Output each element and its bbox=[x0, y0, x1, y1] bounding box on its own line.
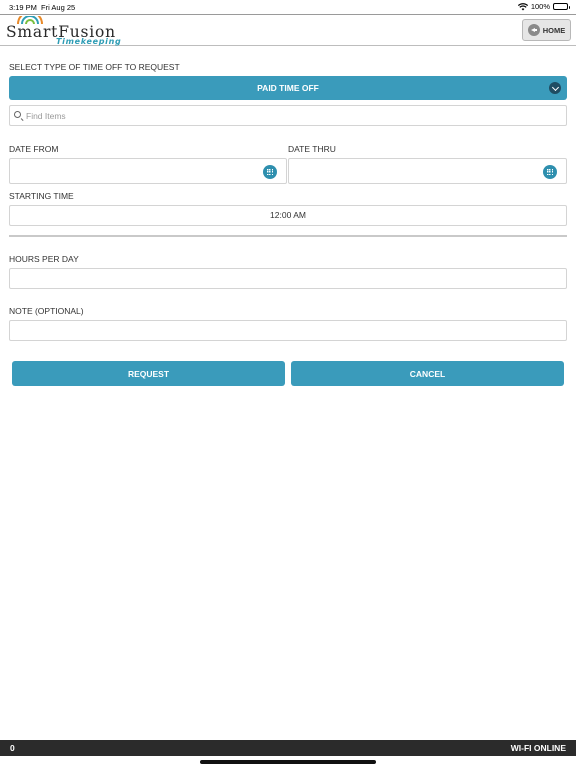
wifi-icon bbox=[517, 2, 528, 10]
smartfusion-logo: SmartFusion Timekeeping bbox=[6, 15, 146, 46]
note-input[interactable] bbox=[9, 320, 567, 341]
note-label: NOTE (OPTIONAL) bbox=[9, 306, 84, 316]
home-button-label: HOME bbox=[542, 25, 566, 35]
status-time: 3:19 PM bbox=[9, 3, 37, 12]
calendar-icon[interactable] bbox=[263, 165, 277, 179]
request-button[interactable]: REQUEST bbox=[12, 361, 285, 386]
calendar-icon[interactable] bbox=[543, 165, 557, 179]
date-thru-field[interactable] bbox=[288, 158, 567, 184]
pending-count: 0 bbox=[10, 743, 15, 753]
status-footer: 0 WI-FI ONLINE bbox=[0, 740, 576, 756]
battery-icon bbox=[553, 3, 570, 10]
time-off-type-value: PAID TIME OFF bbox=[257, 83, 319, 93]
find-items-placeholder: Find Items bbox=[26, 111, 66, 121]
hours-per-day-label: HOURS PER DAY bbox=[9, 254, 79, 264]
time-off-type-select[interactable]: PAID TIME OFF bbox=[9, 76, 567, 100]
search-icon bbox=[14, 111, 21, 118]
chevron-down-icon bbox=[549, 82, 561, 94]
status-date: Fri Aug 25 bbox=[41, 3, 76, 12]
app-header: SmartFusion Timekeeping HOME bbox=[0, 14, 576, 46]
divider bbox=[9, 235, 567, 237]
home-indicator[interactable] bbox=[200, 760, 376, 764]
back-arrow-icon bbox=[527, 24, 540, 36]
date-from-field[interactable] bbox=[9, 158, 287, 184]
starting-time-label: STARTING TIME bbox=[9, 191, 74, 201]
home-button[interactable]: HOME bbox=[522, 19, 571, 41]
cancel-button[interactable]: CANCEL bbox=[291, 361, 564, 386]
connection-status: WI-FI ONLINE bbox=[510, 743, 566, 753]
status-right: 100% bbox=[517, 2, 570, 11]
logo-tagline-text: Timekeeping bbox=[56, 37, 122, 46]
date-from-label: DATE FROM bbox=[9, 144, 59, 154]
status-bar: 3:19 PM Fri Aug 25 100% bbox=[0, 0, 576, 14]
battery-percent: 100% bbox=[530, 2, 550, 11]
date-thru-label: DATE THRU bbox=[288, 144, 336, 154]
hours-per-day-input[interactable] bbox=[9, 268, 567, 289]
starting-time-field[interactable]: 12:00 AM bbox=[9, 205, 567, 226]
find-items-input[interactable]: Find Items bbox=[9, 105, 567, 126]
type-label: SELECT TYPE OF TIME OFF TO REQUEST bbox=[9, 62, 180, 72]
